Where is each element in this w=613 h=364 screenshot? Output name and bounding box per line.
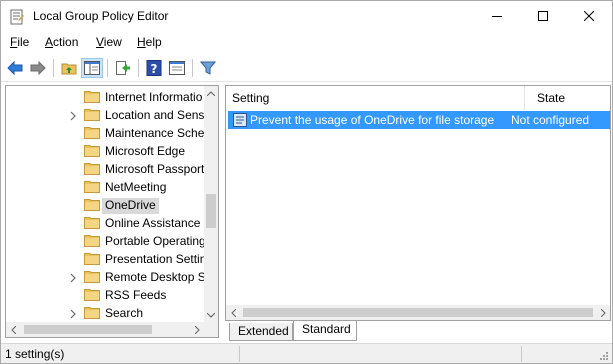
- scroll-left-arrow-icon[interactable]: [226, 305, 240, 320]
- folder-icon: [84, 126, 100, 139]
- tab-extended[interactable]: Extended: [229, 323, 293, 341]
- minimize-button[interactable]: [474, 1, 520, 31]
- chevron-right-icon[interactable]: [68, 272, 78, 283]
- tree-item-label: NetMeeting: [105, 180, 167, 194]
- scrollbar-corner: [204, 322, 218, 337]
- tree-item-label: Portable Operating: [105, 234, 204, 248]
- folder-icon: [84, 234, 100, 247]
- app-window: Local Group Policy Editor File Action Vi…: [0, 0, 613, 364]
- status-text: 1 setting(s): [5, 347, 65, 361]
- group-policy-app-icon: [9, 9, 25, 25]
- resize-grip-icon[interactable]: [597, 349, 609, 361]
- tree-item[interactable]: Search: [6, 304, 204, 322]
- tab-standard[interactable]: Standard: [293, 321, 357, 341]
- folder-icon: [84, 180, 100, 193]
- scroll-down-arrow-icon[interactable]: [204, 308, 218, 322]
- folder-icon: [84, 252, 100, 265]
- column-header-state[interactable]: State: [525, 86, 601, 110]
- setting-state: Not configured: [511, 113, 590, 127]
- tree-item-label: RSS Feeds: [105, 288, 167, 302]
- up-folder-icon[interactable]: [58, 58, 80, 78]
- setting-row[interactable]: Prevent the usage of OneDrive for file s…: [228, 111, 610, 129]
- toolbar-separator: [107, 59, 108, 77]
- tree-horizontal-scroll-thumb[interactable]: [24, 325, 152, 334]
- settings-list-pane[interactable]: Setting State Prevent the usage of OneDr…: [225, 85, 611, 321]
- folder-icon: [84, 162, 100, 175]
- help-icon[interactable]: ?: [143, 58, 165, 78]
- column-header-setting[interactable]: Setting: [226, 86, 525, 110]
- export-list-icon[interactable]: [112, 58, 134, 78]
- policy-setting-icon: [232, 112, 248, 128]
- filter-icon[interactable]: [197, 58, 219, 78]
- menu-view[interactable]: View: [93, 35, 125, 49]
- forward-arrow-icon[interactable]: [27, 58, 49, 78]
- tree-item[interactable]: Presentation Settin: [6, 250, 204, 268]
- properties-icon[interactable]: [166, 58, 188, 78]
- svg-text:?: ?: [151, 62, 158, 76]
- tree-item-label: OneDrive: [102, 198, 159, 214]
- tree-item-label: Remote Desktop Se: [105, 270, 204, 284]
- list-horizontal-scroll-thumb[interactable]: [243, 308, 593, 317]
- setting-name: Prevent the usage of OneDrive for file s…: [250, 113, 495, 127]
- list-horizontal-scrollbar[interactable]: [226, 305, 610, 320]
- tree-item-label: Online Assistance: [105, 216, 201, 230]
- folder-icon: [84, 108, 100, 121]
- status-divider: [239, 346, 240, 362]
- folder-icon: [84, 216, 100, 229]
- title-bar[interactable]: Local Group Policy Editor: [1, 1, 612, 31]
- tree-horizontal-scrollbar[interactable]: [6, 322, 204, 337]
- scroll-up-arrow-icon[interactable]: [204, 86, 218, 100]
- menu-bar: File Action View Help: [1, 32, 612, 54]
- tree-item-label: Location and Senso: [105, 108, 204, 122]
- toolbar-separator: [138, 59, 139, 77]
- tree-item-label: Microsoft Edge: [105, 144, 186, 158]
- tree-item-label: Microsoft Passport: [105, 162, 204, 176]
- menu-file[interactable]: File: [7, 35, 32, 49]
- tree-item-label: Presentation Settin: [105, 252, 204, 266]
- tree-vertical-scroll-thumb[interactable]: [206, 194, 216, 228]
- tree-item[interactable]: Maintenance Schec: [6, 124, 204, 142]
- scroll-right-arrow-icon[interactable]: [596, 305, 610, 320]
- tree-item[interactable]: Remote Desktop Se: [6, 268, 204, 286]
- tree-item[interactable]: NetMeeting: [6, 178, 204, 196]
- back-arrow-icon[interactable]: [4, 58, 26, 78]
- tree-item[interactable]: Portable Operating: [6, 232, 204, 250]
- close-button[interactable]: [566, 1, 612, 31]
- console-tree-pane[interactable]: Internet Informatio Location and Senso Mai…: [5, 85, 219, 338]
- tree-item-label: Maintenance Schec: [105, 126, 204, 140]
- chevron-right-icon[interactable]: [68, 308, 78, 319]
- toolbar-separator: [53, 59, 54, 77]
- scroll-left-arrow-icon[interactable]: [6, 322, 20, 337]
- view-tabs: Extended Standard: [225, 321, 611, 341]
- window-title: Local Group Policy Editor: [33, 9, 169, 23]
- tree-item[interactable]: Online Assistance: [6, 214, 204, 232]
- tree-item-label: Search: [105, 306, 144, 320]
- scroll-right-arrow-icon[interactable]: [190, 322, 204, 337]
- menu-action[interactable]: Action: [42, 35, 81, 49]
- chevron-right-icon[interactable]: [68, 110, 78, 121]
- tree-item-label: Internet Informatio: [105, 90, 203, 104]
- folder-icon: [84, 144, 100, 157]
- status-divider: [521, 346, 522, 362]
- tree-item[interactable]: Internet Informatio: [6, 88, 204, 106]
- folder-icon: [84, 288, 100, 301]
- tree-item[interactable]: Location and Senso: [6, 106, 204, 124]
- tree-item[interactable]: OneDrive: [6, 196, 204, 214]
- folder-icon: [84, 270, 100, 283]
- toolbar-separator: [192, 59, 193, 77]
- tree-item[interactable]: Microsoft Passport: [6, 160, 204, 178]
- toolbar: ?: [1, 54, 612, 82]
- folder-icon: [84, 306, 100, 319]
- status-bar: 1 setting(s): [1, 343, 612, 363]
- show-hide-tree-icon[interactable]: [81, 58, 103, 78]
- tree-item[interactable]: RSS Feeds: [6, 286, 204, 304]
- folder-icon: [84, 90, 100, 103]
- tree-vertical-scrollbar[interactable]: [204, 86, 218, 322]
- tree-item[interactable]: Microsoft Edge: [6, 142, 204, 160]
- folder-icon: [84, 198, 100, 211]
- menu-help[interactable]: Help: [134, 35, 165, 49]
- maximize-button[interactable]: [520, 1, 566, 31]
